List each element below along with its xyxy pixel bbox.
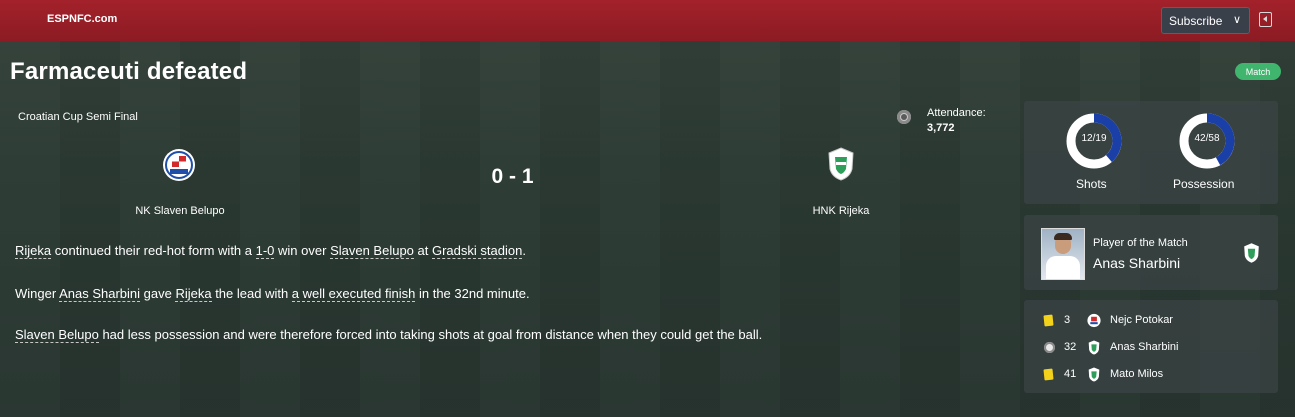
report-text: had less possession and were therefore f…	[98, 327, 763, 342]
collapse-panel-icon[interactable]	[1259, 12, 1272, 27]
match-badge: Match	[1235, 63, 1281, 80]
potm-label: Player of the Match	[1093, 237, 1188, 249]
home-team-name[interactable]: NK Slaven Belupo	[80, 205, 280, 217]
report-text: continued their red-hot form with a	[51, 243, 256, 258]
report-text: Winger	[15, 286, 60, 301]
shots-value: 12/19	[1081, 133, 1107, 144]
report-text: gave	[140, 286, 176, 301]
event-minute: 41	[1064, 368, 1077, 380]
report-paragraph-1: Rijeka continued their red-hot form with…	[15, 243, 526, 259]
report-text: .	[522, 243, 526, 258]
away-team-crest-icon[interactable]	[827, 147, 855, 181]
away-team-crest-icon	[1088, 340, 1100, 355]
link-rijeka[interactable]: Rijeka	[175, 286, 212, 302]
link-finish[interactable]: a well executed finish	[291, 286, 416, 302]
event-player[interactable]: Nejc Potokar	[1110, 314, 1173, 326]
link-score[interactable]: 1-0	[255, 243, 275, 259]
subscribe-button[interactable]: Subscribe ∨	[1161, 7, 1250, 34]
event-player[interactable]: Anas Sharbini	[1110, 341, 1179, 353]
shots-label: Shots	[1076, 177, 1107, 191]
report-text: in the 32nd minute.	[415, 286, 530, 301]
away-team-name[interactable]: HNK Rijeka	[741, 205, 941, 217]
top-bar: ESPNFC.com Subscribe ∨	[0, 0, 1295, 41]
home-team-crest-icon[interactable]	[162, 147, 196, 183]
attendance-value: 3,772	[927, 122, 955, 134]
brand-name[interactable]: ESPNFC.com	[47, 13, 117, 25]
possession-label: Possession	[1173, 177, 1235, 191]
page-title: Farmaceuti defeated	[10, 58, 248, 85]
player-photo[interactable]	[1041, 228, 1085, 280]
report-paragraph-2: Winger Anas Sharbini gave Rijeka the lea…	[15, 286, 530, 302]
yellow-card-icon	[1043, 314, 1054, 327]
stats-panel	[1024, 101, 1278, 204]
competition-name: Croatian Cup Semi Final	[18, 111, 138, 123]
goal-ball-icon	[1044, 342, 1055, 353]
event-minute: 32	[1064, 341, 1077, 353]
possession-value: 42/58	[1194, 133, 1220, 144]
report-text: the lead with	[211, 286, 292, 301]
link-anas-sharbini[interactable]: Anas Sharbini	[59, 286, 141, 302]
report-text: at	[413, 243, 432, 258]
report-paragraph-3: Slaven Belupo had less possession and we…	[15, 327, 763, 343]
away-team-crest-icon	[1088, 367, 1100, 382]
home-team-crest-icon	[1087, 313, 1101, 328]
report-text: win over	[274, 243, 331, 258]
away-team-crest-icon	[1244, 243, 1259, 263]
attendance-label: Attendance:	[927, 107, 986, 119]
yellow-card-icon	[1043, 368, 1054, 381]
link-slaven-belupo[interactable]: Slaven Belupo	[330, 243, 414, 259]
link-stadium[interactable]: Gradski stadion	[431, 243, 523, 259]
event-minute: 3	[1064, 314, 1071, 326]
match-score: 0 - 1	[491, 165, 534, 188]
chevron-down-icon: ∨	[1232, 14, 1241, 26]
subscribe-label: Subscribe	[1169, 13, 1223, 28]
event-player[interactable]: Mato Milos	[1110, 368, 1163, 380]
link-slaven-belupo[interactable]: Slaven Belupo	[15, 327, 99, 343]
potm-player-name[interactable]: Anas Sharbini	[1093, 255, 1180, 271]
link-rijeka[interactable]: Rijeka	[15, 243, 52, 259]
stadium-icon	[897, 110, 911, 124]
